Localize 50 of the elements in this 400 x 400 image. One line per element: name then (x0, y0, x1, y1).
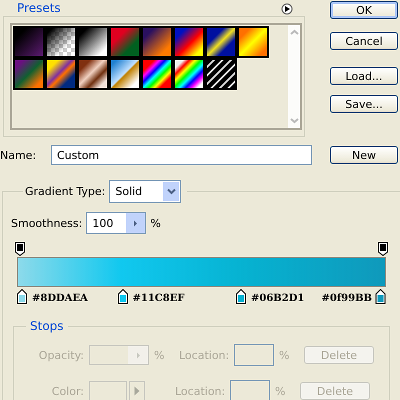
opacity-stop-icon[interactable] (378, 242, 388, 256)
percent-label: % (278, 348, 290, 362)
chevron-down-icon (166, 188, 176, 195)
color-stop-icon[interactable] (236, 289, 246, 304)
gradient-swatch[interactable] (205, 26, 237, 58)
arrow-right-icon (133, 220, 138, 226)
opacity-stop-icon[interactable] (15, 242, 25, 256)
arrow-right-icon (134, 386, 140, 396)
gradient-swatch[interactable] (77, 58, 109, 90)
stop-field-label: Color: (50, 384, 85, 398)
stops-title: Stops (26, 319, 68, 333)
name-label: Name: (0, 148, 38, 162)
color-stop-icon[interactable] (118, 289, 128, 304)
gradient-swatch[interactable] (141, 26, 173, 58)
color-code-label: #11C8EF (132, 293, 184, 304)
dialog-button[interactable]: Save... (330, 95, 398, 113)
gradient-type-dropdown[interactable]: Solid (109, 180, 182, 203)
gradient-swatch[interactable] (45, 26, 77, 58)
percent-label: % (274, 384, 286, 398)
smoothness-label: Smoothness: (11, 216, 82, 230)
dialog-button[interactable]: Load... (330, 67, 398, 85)
dialog-button[interactable]: OK (330, 1, 398, 19)
percent-label: % (153, 348, 166, 362)
color-code-label: #8DDAEA (32, 293, 88, 304)
gradient-swatch[interactable] (77, 26, 109, 58)
arrow-right-icon (136, 352, 140, 358)
location-label: Location: (179, 348, 230, 362)
color-code-label: #06B2D1 (250, 293, 304, 304)
gradient-type-label: Gradient Type: (25, 185, 106, 198)
dialog-button[interactable]: Cancel (330, 32, 398, 50)
gradient-swatch[interactable] (205, 58, 237, 90)
percent-label: % (150, 216, 161, 230)
gradient-swatch[interactable] (13, 26, 45, 58)
new-button[interactable]: New (330, 146, 398, 164)
gradient-swatch[interactable] (141, 58, 173, 90)
location-label: Location: (175, 384, 226, 398)
smoothness-field[interactable]: 100 (86, 212, 146, 234)
menu-icon[interactable] (281, 3, 293, 15)
color-stop-icon[interactable] (17, 289, 27, 304)
name-field[interactable]: Custom (51, 145, 312, 165)
color-stop-icon[interactable] (376, 289, 386, 304)
gradient-swatch[interactable] (173, 26, 205, 58)
gradient-swatch[interactable] (109, 26, 141, 58)
gradient-swatch[interactable] (13, 58, 45, 90)
gradient-swatch[interactable] (109, 58, 141, 90)
gradient-swatch[interactable] (237, 26, 269, 58)
color-code-label: #0f99BB (322, 293, 372, 304)
gradient-swatch[interactable] (45, 58, 77, 90)
gradient-swatch[interactable] (173, 58, 205, 90)
stop-field-label: Opacity: (38, 348, 85, 362)
